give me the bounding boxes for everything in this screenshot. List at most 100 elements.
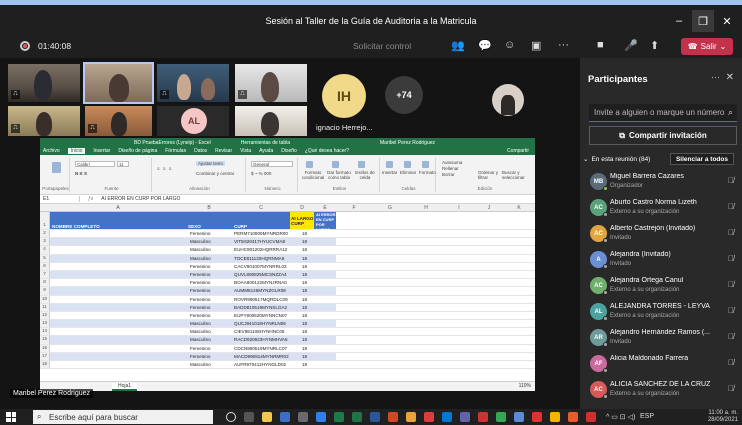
cell-sexo[interactable]: Femenino (190, 280, 232, 285)
mute-all-button[interactable]: Silenciar a todos (669, 153, 734, 165)
font-size-select[interactable]: 11 (117, 161, 129, 167)
conditional-format-icon[interactable] (306, 161, 313, 168)
share-screen-icon[interactable]: ⬆ (650, 39, 659, 52)
row-number[interactable]: 16 (40, 344, 50, 352)
cell-largo[interactable]: 18 (302, 247, 314, 252)
cell-curp[interactable]: CDCN950519MYNRLC07 (234, 346, 290, 351)
cell-curp[interactable]: EUHC901202HQRRRA12 (234, 247, 290, 252)
reactions-icon[interactable]: ☺ (504, 39, 515, 51)
overflow-participants-button[interactable]: +74 (385, 76, 423, 114)
row-number[interactable]: 13 (40, 320, 50, 328)
video-tile[interactable]: AL (157, 106, 229, 136)
app-icon[interactable] (586, 412, 596, 422)
ribbon-tab[interactable]: Fórmulas (165, 148, 186, 154)
cell-curp[interactable]: RACD920923HYNMHVA6 (234, 337, 290, 342)
header-cell-largo[interactable]: AI LARGO CURP (290, 212, 314, 229)
share-invite-button[interactable]: ⧉ Compartir invitación (589, 126, 737, 145)
row-number[interactable]: 3 (40, 238, 50, 246)
fill-button[interactable]: Rellenar (442, 166, 459, 171)
cell-sexo[interactable]: Femenino (190, 288, 232, 293)
ribbon-tab-active[interactable]: Inicio (67, 148, 86, 154)
row-number[interactable]: 15 (40, 336, 50, 344)
wrap-text-button[interactable]: Ajustar texto (196, 161, 226, 166)
mail-icon[interactable] (442, 412, 452, 422)
minimize-icon[interactable]: – (668, 10, 690, 32)
column-header[interactable]: I (444, 205, 474, 211)
close-panel-icon[interactable]: ✕ (726, 72, 734, 83)
ribbon-tab[interactable]: Diseño de página (118, 148, 157, 154)
cell-largo[interactable]: 18 (302, 329, 314, 334)
cell-sexo[interactable]: Femenino (190, 305, 232, 310)
header-cell-error[interactable]: AI ERROR EN CURP POR LARGO (314, 212, 336, 232)
cell-sexo[interactable]: Masculino (190, 321, 232, 326)
app-icon[interactable] (298, 412, 308, 422)
more-actions-icon[interactable]: ··· (558, 39, 569, 51)
cell-curp[interactable]: PERM710909MYNRDR00 (234, 231, 290, 236)
cell-sexo[interactable]: Femenino (190, 272, 232, 277)
cell-largo[interactable]: 18 (302, 280, 314, 285)
row-number[interactable]: 10 (40, 295, 50, 303)
row-number[interactable]: 14 (40, 328, 50, 336)
app-icon[interactable] (334, 412, 344, 422)
cell-largo[interactable]: 18 (302, 264, 314, 269)
cell-largo[interactable]: 18 (302, 346, 314, 351)
row-number[interactable]: 9 (40, 287, 50, 295)
app-icon[interactable] (478, 412, 488, 422)
in-meeting-section[interactable]: ⌄ En esta reunión (84) Silenciar a todos (580, 151, 742, 167)
cell-sexo[interactable]: Femenino (190, 231, 232, 236)
row-number[interactable]: 5 (40, 254, 50, 262)
bold-icon[interactable]: N K S (75, 171, 87, 176)
mic-off-icon[interactable]: 🎤 (624, 39, 638, 52)
request-control-button[interactable]: Solicitar control (353, 41, 411, 51)
breakout-rooms-icon[interactable]: ▣ (531, 39, 541, 52)
formula-input[interactable]: AI ERROR EN CURP POR LARGO (101, 196, 180, 202)
autosum-button[interactable]: Autosuma (442, 160, 462, 165)
participant-item[interactable]: AC Aburto Castro Norma Lizeth Externo a su… (580, 196, 742, 222)
powerpoint-icon[interactable] (388, 412, 398, 422)
header-cell-curp[interactable]: CURP (232, 212, 290, 229)
excel-share-button[interactable]: Compartir (507, 148, 529, 154)
delete-icon[interactable] (404, 161, 411, 168)
leave-button[interactable]: ☎ Salir ⌄ (681, 38, 733, 55)
acrobat-icon[interactable] (424, 412, 434, 422)
row-number[interactable]: 12 (40, 311, 50, 320)
participant-item[interactable]: AC Alberto Castrejón (Invitado) Invitado 🎙̸ (580, 222, 742, 248)
cell-curp[interactable]: QUVL890825MCSNZZA4 (234, 272, 290, 277)
cell-styles-icon[interactable] (358, 161, 365, 168)
row-number[interactable]: 8 (40, 279, 50, 287)
cell-curp[interactable]: MACD990814MYNRMR02 (234, 354, 290, 359)
sheet-tab[interactable]: Hoja1 (112, 383, 138, 391)
cell-largo[interactable]: 18 (302, 256, 314, 261)
row-number[interactable]: 7 (40, 270, 50, 279)
chat-icon[interactable]: 💬 (478, 39, 492, 52)
cell-sexo[interactable]: Masculino (190, 362, 232, 367)
cell-curp[interactable]: ROVR990517MQRDLC09 (234, 297, 290, 302)
app-icon[interactable] (550, 412, 560, 422)
language-indicator[interactable]: ESP (640, 413, 654, 420)
cell-sexo[interactable]: Femenino (190, 264, 232, 269)
app-icon[interactable] (406, 412, 416, 422)
cell-largo[interactable]: 18 (302, 305, 314, 310)
ribbon-tab[interactable]: Revisar (215, 148, 232, 154)
participant-item[interactable]: MB Miguel Barrera Cazares Organizador 🎙̸ (580, 170, 742, 196)
clock[interactable]: 11:00 a. m. 28/09/2021 (708, 410, 738, 424)
row-number[interactable]: 17 (40, 352, 50, 360)
row-number[interactable]: 18 (40, 361, 50, 369)
align-icons[interactable]: ≡ ≡ ≡ (157, 166, 172, 171)
participant-item[interactable]: AC ALICIA SANCHEZ DE LA CRUZ Externo a su … (580, 378, 742, 404)
cell-sexo[interactable]: Masculino (190, 239, 232, 244)
ribbon-tab[interactable]: Datos (194, 148, 207, 154)
file-explorer-icon[interactable] (262, 412, 272, 422)
excel-icon[interactable] (352, 412, 362, 422)
participants-icon[interactable]: 👥 (451, 39, 465, 52)
cell-largo[interactable]: 18 (302, 321, 314, 326)
participant-item[interactable]: AC Alejandra Ortega Canul Externo a su org… (580, 274, 742, 300)
column-header[interactable]: C (232, 205, 290, 211)
ribbon-tab[interactable]: Ayuda (259, 148, 273, 154)
camera-off-icon[interactable]: ■ (597, 39, 604, 51)
cell-curp[interactable]: BADD810519MYNSLGA2 (234, 305, 290, 310)
app-icon[interactable] (532, 412, 542, 422)
invite-input[interactable]: Invite a alguien o marque un número ⌕ (589, 104, 737, 122)
more-options-icon[interactable]: ··· (711, 72, 720, 82)
participant-item[interactable]: A Alejandra (Invitado) Invitado 🎙̸ (580, 248, 742, 274)
